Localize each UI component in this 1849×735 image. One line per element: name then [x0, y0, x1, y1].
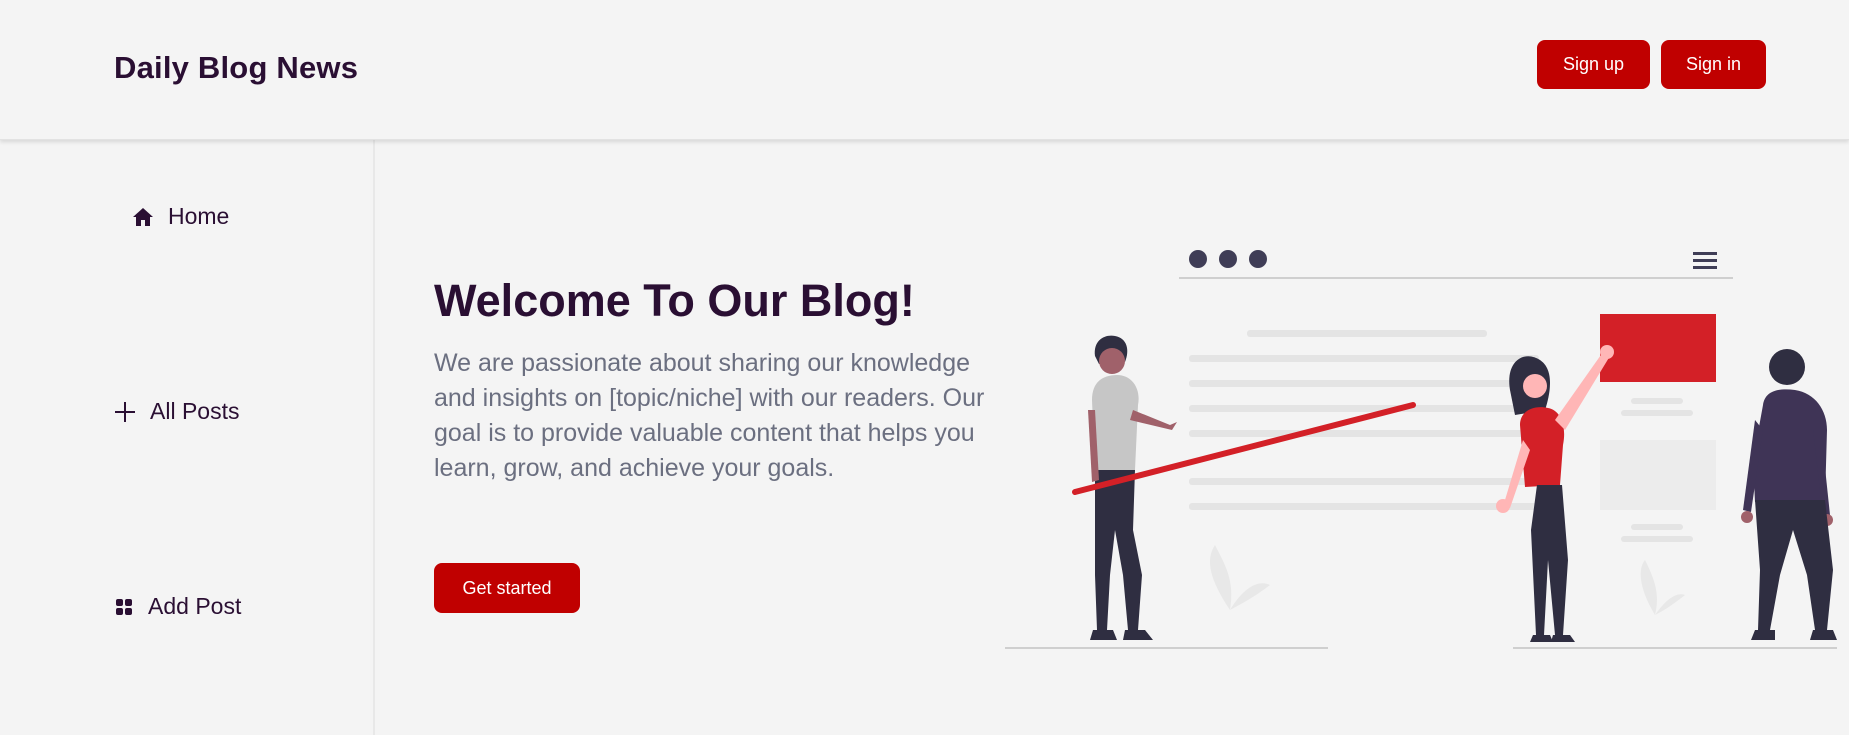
sidebar-item-home[interactable]: Home — [132, 203, 229, 230]
sidebar-item-add-post[interactable]: Add Post — [114, 593, 241, 620]
blog-illustration — [1005, 250, 1837, 649]
sidebar-item-label: Home — [168, 203, 230, 229]
get-started-button[interactable]: Get started — [434, 563, 580, 613]
sidebar-item-label: Add Post — [148, 593, 242, 619]
signin-button[interactable]: Sign in — [1661, 40, 1766, 89]
sidebar: Home All Posts Add Post — [0, 140, 375, 735]
plus-icon — [114, 401, 136, 423]
sidebar-item-all-posts[interactable]: All Posts — [114, 398, 239, 425]
grid-icon — [114, 597, 134, 617]
signup-button[interactable]: Sign up — [1537, 40, 1650, 89]
sidebar-item-label: All Posts — [150, 398, 240, 424]
brand-title[interactable]: Daily Blog News — [114, 50, 358, 86]
home-icon — [132, 207, 154, 227]
top-header: Daily Blog News Sign up Sign in — [0, 0, 1849, 140]
hero-description: We are passionate about sharing our know… — [434, 349, 985, 482]
hero-title: Welcome To Our Blog! — [434, 275, 915, 326]
